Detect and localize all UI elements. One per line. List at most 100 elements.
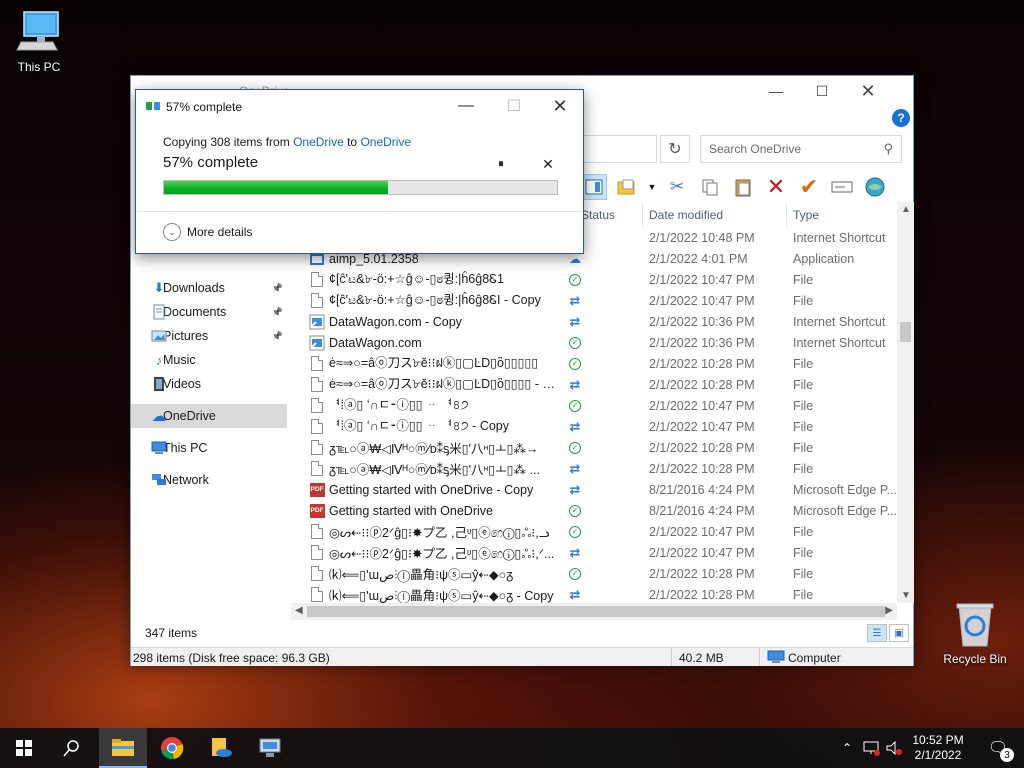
file-row[interactable]: ᅧ⁞ⓐ▯ ʻ∩ㄷ⁃ⓘ▯▯ ᆢ ᅧ৪੭ - Copy ⇄ 2/1/2022 10:47… [301, 416, 905, 437]
delete-button[interactable]: ✕ [763, 174, 789, 200]
network-icon [151, 472, 167, 488]
vertical-scroll-thumb[interactable] [900, 322, 911, 342]
dialog-minimize-button[interactable]: — [448, 94, 484, 118]
vertical-scrollbar[interactable]: ▲ ▼ [897, 202, 914, 603]
taskbar-clock[interactable]: 10:52 PM 2/1/2022 [903, 733, 973, 763]
file-date: 2/1/2022 10:47 PM [649, 524, 755, 539]
file-name: DataWagon.com [329, 335, 422, 350]
copy-dialog-icon [146, 100, 160, 112]
tray-volume-muted-icon[interactable] [884, 728, 904, 768]
column-header-status[interactable]: Status [575, 204, 643, 226]
scroll-up-arrow-icon[interactable]: ▲ [901, 204, 911, 215]
start-button[interactable] [0, 728, 48, 768]
synced-check-icon: ✓ [567, 440, 583, 456]
file-row[interactable]: ¢[ĉ'ಟ&৮-ö:+☆ĝ☺-▯ಠ큉:|ĥ6ĝ8Ꮛ1 ✓ 2/1/2022 10:4… [301, 269, 905, 290]
refresh-button[interactable]: ↻ [660, 135, 690, 163]
file-row[interactable]: PDF Getting started with OneDrive ✓ 8/21/20… [301, 500, 905, 521]
file-row[interactable]: ᵹ℡○ⓐ₩◁Ⅳᴴ○ⓜ⁄ᴅ⁑ᶊ米▯'八ᵸ▯ㅗ▯⁂ ... ⇄ 2/1/2022 10:… [301, 458, 905, 479]
preview-pane-button[interactable] [581, 174, 607, 200]
file-row[interactable]: ¢[ĉ'ಟ&৮-ö:+☆ĝ☺-▯ಠ큉:|ĥ6ĝ8ᏋI - Copy ⇄ 2/1/20… [301, 290, 905, 311]
file-row[interactable]: ◎ᔕ⇠⁝⁝ⓟ2ᐟĝ▯⁝✸プ乙 ,己ᶹ▯ⓔ෨ⓘ▯ஃ⁝,ᓗ ✓ 2/1/2022 10:… [301, 521, 905, 542]
taskbar-network-app[interactable] [246, 728, 294, 768]
action-center-button[interactable]: 🗨 3 [980, 728, 1016, 768]
network-app-icon [259, 738, 281, 757]
file-row[interactable]: PDF Getting started with OneDrive - Copy ⇄… [301, 479, 905, 500]
nav-item-downloads[interactable]: ⬇ Downloads 📌 [131, 276, 287, 300]
folder-options-button[interactable] [614, 174, 640, 200]
nav-item-label: Documents [163, 305, 227, 319]
search-button[interactable] [48, 728, 96, 768]
details-view-button[interactable]: ☰ [867, 624, 887, 642]
nav-item-network[interactable]: Network [131, 468, 287, 492]
file-row[interactable]: DataWagon.com ✓ 2/1/2022 10:36 PM Internet … [301, 332, 905, 353]
paste-button[interactable] [730, 174, 756, 200]
file-date: 2/1/2022 10:28 PM [649, 440, 755, 455]
clock-time: 10:52 PM [912, 733, 964, 747]
sync-pending-icon: ⇄ [569, 586, 581, 602]
dialog-close-button[interactable]: ✕ [542, 94, 578, 118]
taskbar-chrome[interactable] [148, 728, 196, 768]
minimize-button[interactable]: — [753, 76, 799, 106]
pin-icon[interactable]: 📌 [272, 283, 283, 294]
scroll-down-arrow-icon[interactable]: ▼ [901, 590, 911, 601]
globe-button[interactable] [862, 174, 888, 200]
music-folder-icon: ♪ [155, 352, 163, 368]
cancel-copy-button[interactable]: ✕ [540, 156, 556, 172]
nav-item-label: Downloads [163, 281, 225, 295]
address-bar[interactable] [575, 135, 657, 163]
tray-chevron-up-icon[interactable]: ⌃ [838, 728, 856, 768]
column-header-date-modified[interactable]: Date modified [643, 204, 787, 226]
computer-icon [151, 440, 167, 456]
large-icons-view-button[interactable]: ▣ [889, 624, 909, 642]
nav-item-music[interactable]: ♪ Music [131, 348, 287, 372]
search-input[interactable]: Search OneDrive ⚲ [700, 135, 902, 163]
nav-item-label: This PC [163, 441, 208, 455]
file-type: File [793, 272, 814, 287]
nav-item-this-pc[interactable]: This PC [131, 436, 287, 460]
desktop-this-pc-icon[interactable]: This PC [0, 8, 79, 74]
file-row[interactable]: ė≈⇒○=âⓞ刀ス৮ĕ⁝⁝ฝⓚ▯▢ĿD▯ὃ▯▯▯▯▯ ✓ 2/1/2022 10:2… [301, 353, 905, 374]
tray-network-icon[interactable] [860, 728, 882, 768]
horizontal-scrollbar[interactable]: ◀ ▶ [291, 603, 897, 620]
file-row[interactable]: ᅧ⁞ⓐ▯ ʻ∩ㄷ⁃ⓘ▯▯ ᆢ ᅧ৪੭ ✓ 2/1/2022 10:47 PM File [301, 395, 905, 416]
file-row[interactable]: ⒦⟸▯'ɯص⫶ⓛ畾角⁝ψⓢ▭ŷ⇠◆○ᵹ ✓ 2/1/2022 10:28 PM Fil… [301, 563, 905, 584]
file-row[interactable]: ⒦⟸▯'ɯص⫶ⓛ畾角⁝ψⓢ▭ŷ⇠◆○ᵹ - Copy ⇄ 2/1/2022 10:2… [301, 584, 905, 605]
search-icon [63, 740, 79, 757]
rename-button[interactable] [829, 174, 855, 200]
nav-item-onedrive[interactable]: ☁ OneDrive [131, 404, 287, 428]
taskbar-onedrive-folder[interactable] [197, 728, 245, 768]
chevron-down-icon[interactable]: ▼ [647, 174, 657, 200]
close-button[interactable]: ✕ [845, 76, 891, 106]
help-icon[interactable]: ? [892, 109, 910, 127]
file-type: Application [793, 251, 855, 266]
sync-pending-icon: ⇄ [569, 376, 581, 392]
horizontal-scroll-thumb[interactable] [307, 606, 885, 617]
nav-item-documents[interactable]: Documents 📌 [131, 300, 287, 324]
copy-button[interactable] [697, 174, 723, 200]
maximize-button[interactable]: ☐ [799, 76, 845, 106]
file-row[interactable]: ė≈⇒○=âⓞ刀ス৮ĕ⁝⁝ฝⓚ▯▢ĿD▯ὃ▯▯▯▯ - Co... ⇄ 2/1/20… [301, 374, 905, 395]
file-row[interactable]: DataWagon.com - Copy ⇄ 2/1/2022 10:36 PM In… [301, 311, 905, 332]
taskbar-file-explorer[interactable] [99, 728, 147, 768]
copy-destination-link[interactable]: OneDrive [360, 135, 411, 149]
file-row[interactable]: ᵹ℡○ⓐ₩◁Ⅳᴴ○ⓜ⁄ᴅ⁑ᶊ米▯'八ᵸ▯ㅗ▯⁂→ ✓ 2/1/2022 10:28 … [301, 437, 905, 458]
computer-icon [767, 650, 785, 667]
nav-item-pictures[interactable]: Pictures 📌 [131, 324, 287, 348]
check-button[interactable]: ✔ [796, 174, 822, 200]
more-details-button[interactable]: ⌄ More details [163, 223, 252, 241]
desktop-recycle-bin-icon[interactable]: Recycle Bin [935, 600, 1015, 666]
column-header-type[interactable]: Type [787, 204, 897, 226]
copy-source-link[interactable]: OneDrive [293, 135, 344, 149]
scroll-right-arrow-icon[interactable]: ▶ [885, 605, 893, 616]
pause-button[interactable]: ⏸ [493, 156, 509, 172]
pin-icon[interactable]: 📌 [272, 307, 283, 318]
cut-button[interactable]: ✂ [664, 174, 690, 200]
scroll-left-arrow-icon[interactable]: ◀ [295, 605, 303, 616]
nav-item-videos[interactable]: Videos [131, 372, 287, 396]
file-type: File [793, 293, 814, 308]
file-name: ⒦⟸▯'ɯص⫶ⓛ畾角⁝ψⓢ▭ŷ⇠◆○ᵹ - Copy [329, 589, 554, 603]
file-row[interactable]: ◎ᔕ⇠⁝⁝ⓟ2ᐟĝ▯⁝✸プ乙 ,己ᶹ▯ⓔ෨ⓘ▯ஃ⁝,ᐟ... ⇄ 2/1/2022 … [301, 542, 905, 563]
file-type: File [793, 356, 814, 371]
pin-icon[interactable]: 📌 [272, 331, 283, 342]
file-date: 2/1/2022 10:28 PM [649, 356, 755, 371]
